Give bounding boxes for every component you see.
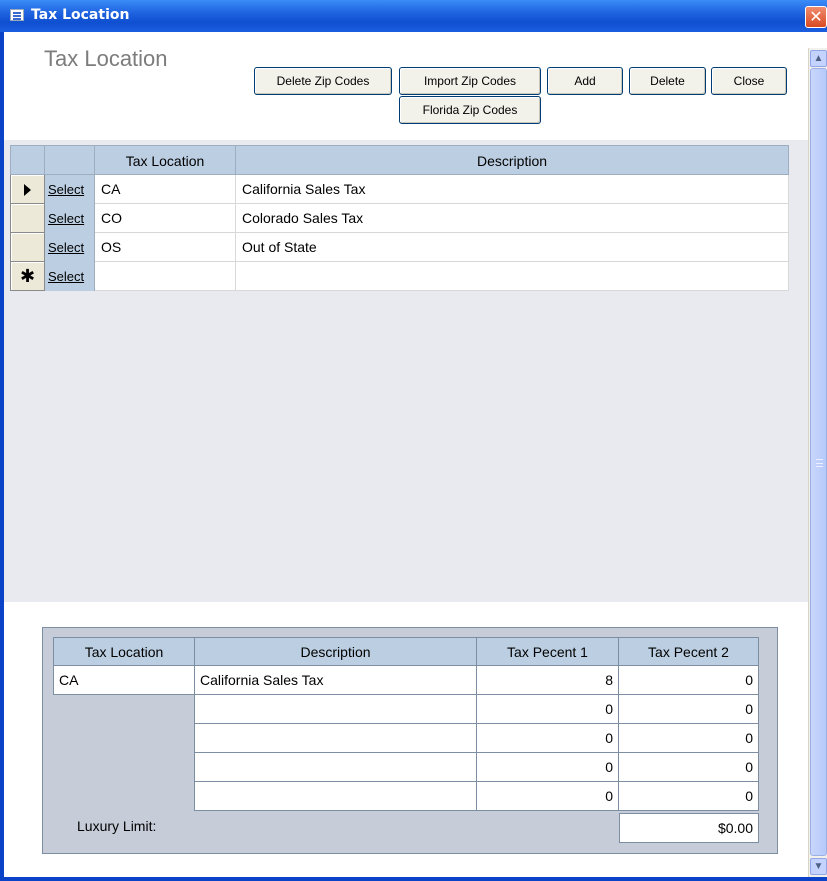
detail-header-row: Tax Location Description Tax Pecent 1 Ta…	[53, 637, 759, 666]
record-selector[interactable]	[10, 203, 45, 233]
tax-location-cell[interactable]: CA	[94, 174, 236, 204]
table-row: 0 0	[54, 781, 759, 811]
new-record-icon: ✱	[19, 266, 36, 286]
tax-percent-1-field[interactable]: 0	[476, 781, 619, 811]
add-button[interactable]: Add	[547, 67, 623, 95]
column-header-description: Description	[194, 637, 477, 666]
table-row: CA California Sales Tax 8 0	[53, 665, 759, 695]
description-cell[interactable]: Colorado Sales Tax	[235, 203, 789, 233]
description-field[interactable]	[194, 723, 477, 753]
tax-percent-2-field[interactable]: 0	[618, 723, 759, 753]
tax-detail-table: Tax Location Description Tax Pecent 1 Ta…	[53, 637, 759, 811]
close-button[interactable]: Close	[711, 67, 787, 95]
table-row: 0 0	[54, 694, 759, 724]
record-selector[interactable]: ✱	[10, 261, 45, 291]
tax-percent-2-field[interactable]: 0	[618, 781, 759, 811]
tax-percent-2-field[interactable]: 0	[618, 752, 759, 782]
tax-percent-1-field[interactable]: 0	[476, 723, 619, 753]
table-row: 0 0	[54, 723, 759, 753]
scroll-up-button[interactable]: ▲	[810, 50, 827, 67]
description-field[interactable]	[194, 694, 477, 724]
datasheet-header-row: Tax Location Description	[10, 145, 789, 175]
column-header-description[interactable]: Description	[235, 145, 789, 175]
column-header-tax-location: Tax Location	[53, 637, 195, 666]
record-selector[interactable]	[10, 174, 45, 204]
window-title: Tax Location	[31, 7, 130, 23]
luxury-limit-label: Luxury Limit:	[77, 818, 157, 834]
select-link[interactable]: Select	[48, 182, 84, 197]
new-record-row: ✱ Select	[10, 261, 789, 291]
luxury-limit-field[interactable]: $0.00	[619, 813, 759, 843]
window-frame-bottom	[0, 877, 827, 881]
description-cell[interactable]: Out of State	[235, 232, 789, 262]
select-link[interactable]: Select	[48, 269, 84, 284]
description-field[interactable]	[194, 752, 477, 782]
select-column-header	[44, 145, 95, 175]
table-row: Select CO Colorado Sales Tax	[10, 203, 789, 233]
scroll-down-button[interactable]: ▼	[810, 858, 827, 875]
tax-location-cell[interactable]: OS	[94, 232, 236, 262]
tax-location-datasheet: Tax Location Description Select CA Calif…	[10, 145, 789, 291]
column-header-tax-percent-2: Tax Pecent 2	[618, 637, 759, 666]
record-selector-header	[10, 145, 45, 175]
grip-icon	[816, 459, 823, 467]
select-link[interactable]: Select	[48, 211, 84, 226]
description-cell[interactable]: California Sales Tax	[235, 174, 789, 204]
title-bar: Tax Location ✕	[0, 0, 827, 32]
tax-percent-1-field[interactable]: 0	[476, 752, 619, 782]
tax-percent-2-field[interactable]: 0	[618, 694, 759, 724]
vertical-scrollbar[interactable]: ▲ ▼	[808, 48, 827, 877]
description-cell[interactable]	[235, 261, 789, 291]
window-close-button[interactable]: ✕	[805, 6, 827, 28]
scroll-thumb[interactable]	[810, 68, 827, 856]
delete-zip-codes-button[interactable]: Delete Zip Codes	[254, 67, 392, 95]
tax-percent-2-field[interactable]: 0	[618, 665, 759, 695]
record-pointer-icon	[24, 183, 31, 196]
delete-button[interactable]: Delete	[629, 67, 706, 95]
description-field[interactable]: California Sales Tax	[194, 665, 477, 695]
florida-zip-codes-button[interactable]: Florida Zip Codes	[399, 96, 541, 124]
table-row: Select CA California Sales Tax	[10, 174, 789, 204]
table-row: 0 0	[54, 752, 759, 782]
form-icon	[10, 9, 24, 21]
tax-location-field[interactable]: CA	[53, 665, 195, 695]
record-selector[interactable]	[10, 232, 45, 262]
import-zip-codes-button[interactable]: Import Zip Codes	[399, 67, 541, 95]
tax-percent-1-field[interactable]: 8	[476, 665, 619, 695]
description-field[interactable]	[194, 781, 477, 811]
table-row: Select OS Out of State	[10, 232, 789, 262]
tax-location-cell[interactable]: CO	[94, 203, 236, 233]
tax-percent-1-field[interactable]: 0	[476, 694, 619, 724]
select-link[interactable]: Select	[48, 240, 84, 255]
form-title: Tax Location	[44, 46, 168, 71]
tax-location-cell[interactable]	[94, 261, 236, 291]
column-header-tax-percent-1: Tax Pecent 1	[476, 637, 619, 666]
column-header-tax-location[interactable]: Tax Location	[94, 145, 236, 175]
